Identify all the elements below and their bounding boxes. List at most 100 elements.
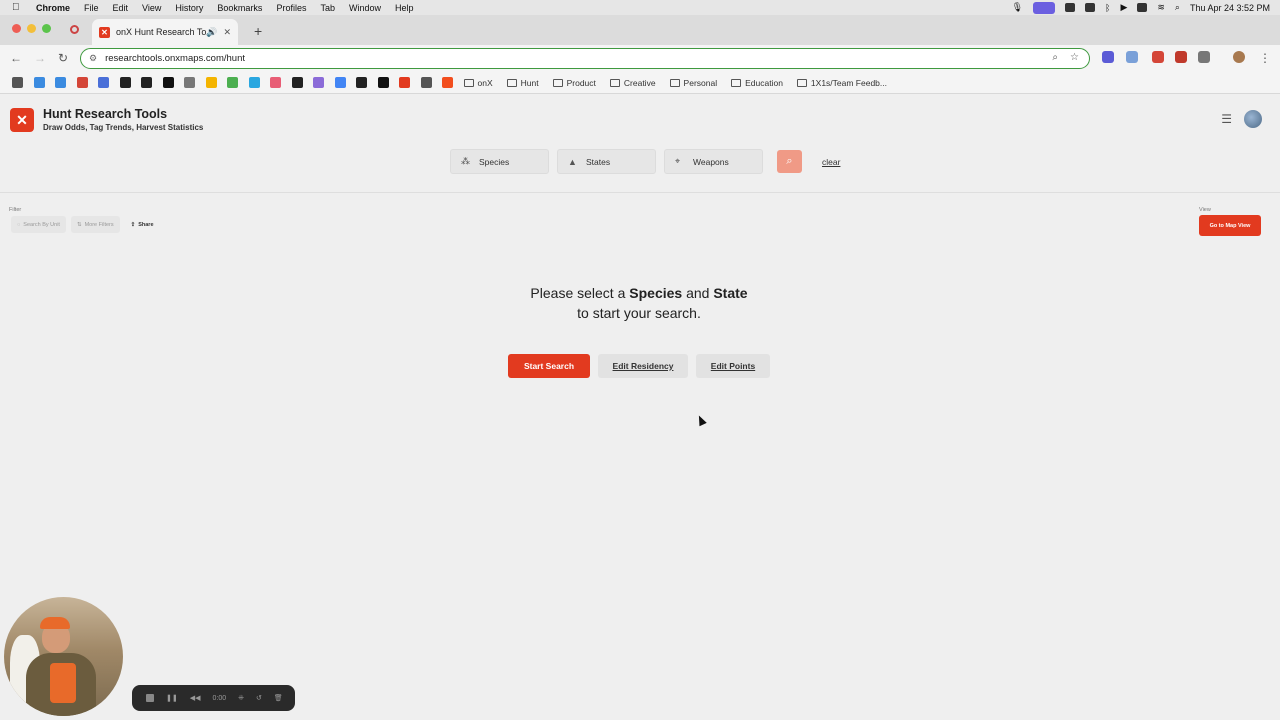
battery-icon[interactable] xyxy=(1137,3,1148,12)
play-icon[interactable]: ▶ xyxy=(1120,2,1127,13)
profile-avatar[interactable] xyxy=(1233,51,1245,63)
recording-time: 0:00 xyxy=(212,694,227,702)
bookmark-icon[interactable] xyxy=(162,77,174,88)
close-tab-icon[interactable]: ✕ xyxy=(223,27,231,38)
microphone-icon[interactable]: 🎙 xyxy=(1012,2,1023,13)
status-app-icon[interactable] xyxy=(1085,3,1096,12)
minimize-window-button[interactable] xyxy=(27,24,36,33)
restart-icon[interactable]: ↺ xyxy=(256,694,262,702)
bookmark-star-icon[interactable]: ☆ xyxy=(1070,52,1079,63)
menu-history[interactable]: History xyxy=(175,3,203,13)
extensions-puzzle-icon[interactable] xyxy=(1198,51,1210,63)
menu-tab[interactable]: Tab xyxy=(320,3,335,13)
site-settings-icon[interactable]: ⚙ xyxy=(89,53,97,64)
bookmark-icon[interactable] xyxy=(55,77,66,88)
bookmark-folder-education[interactable]: Education xyxy=(731,78,783,88)
folder-icon xyxy=(506,78,517,87)
extension-icon[interactable] xyxy=(1126,51,1138,63)
menu-view[interactable]: View xyxy=(142,3,161,13)
bookmark-folder-creative[interactable]: Creative xyxy=(609,78,656,88)
edit-points-button[interactable]: Edit Points xyxy=(696,354,770,378)
zoom-icon[interactable]: ⌕ xyxy=(1052,52,1058,63)
figma-icon[interactable] xyxy=(442,77,453,88)
rewind-icon[interactable]: ◀◀ xyxy=(190,694,201,702)
bookmark-folder-personal[interactable]: Personal xyxy=(669,78,717,88)
start-search-button[interactable]: Start Search xyxy=(508,354,590,378)
apple-menu-icon[interactable]:  xyxy=(12,2,26,13)
screen-recorder-icon[interactable] xyxy=(1033,1,1056,14)
tab-audio-icon[interactable]: 🔊 xyxy=(206,27,217,38)
bookmark-icon[interactable] xyxy=(248,77,260,88)
bookmark-folder-1x1s[interactable]: 1X1s/Team Feedb... xyxy=(796,78,887,88)
bookmark-folder-product[interactable]: Product xyxy=(552,78,596,88)
menu-bookmarks[interactable]: Bookmarks xyxy=(217,3,262,13)
menu-window[interactable]: Window xyxy=(349,3,381,13)
species-selector[interactable]: ⁂ Species xyxy=(450,149,549,174)
wifi-icon[interactable]: ≋ xyxy=(1157,2,1165,13)
bookmark-folder-hunt[interactable]: Hunt xyxy=(506,78,539,88)
gmail-icon[interactable] xyxy=(76,77,88,88)
close-window-button[interactable] xyxy=(12,24,21,33)
go-to-map-view-button[interactable]: Go to Map View xyxy=(1199,215,1261,236)
search-button[interactable]: ⌕ xyxy=(777,150,802,173)
reload-icon[interactable]: ↻ xyxy=(58,51,68,65)
clear-link[interactable]: clear xyxy=(822,157,840,167)
menu-edit[interactable]: Edit xyxy=(113,3,129,13)
bookmark-folder-onx[interactable]: onX xyxy=(463,78,493,88)
clock[interactable]: Thu Apr 24 3:52 PM xyxy=(1190,3,1270,13)
weapons-selector[interactable]: ⌖ Weapons xyxy=(664,149,763,174)
extension-icon[interactable] xyxy=(1102,51,1114,63)
grid-icon[interactable]: ⁜ xyxy=(238,694,244,702)
google-drive-icon[interactable] xyxy=(227,77,238,88)
menu-file[interactable]: File xyxy=(84,3,99,13)
search-by-unit-button[interactable]: ◌ Search By Unit xyxy=(11,216,66,233)
stop-recording-icon[interactable] xyxy=(146,694,154,702)
browser-tab-active[interactable]: ✕ onX Hunt Research Tools 🔊 ✕ xyxy=(92,19,238,45)
bookmark-icon[interactable] xyxy=(98,77,109,88)
bookmark-icon[interactable] xyxy=(270,77,281,88)
slack-icon[interactable] xyxy=(313,77,324,88)
fullscreen-window-button[interactable] xyxy=(42,24,51,33)
x-icon[interactable] xyxy=(377,77,389,88)
status-app-icon[interactable] xyxy=(1065,3,1076,12)
pause-icon[interactable]: ❚❚ xyxy=(166,694,178,702)
bookmark-icon[interactable] xyxy=(184,77,195,88)
bookmark-icon[interactable] xyxy=(420,77,432,88)
user-avatar[interactable] xyxy=(1244,110,1262,128)
view-label: View xyxy=(1199,207,1211,213)
apps-grid-icon[interactable] xyxy=(12,77,23,88)
states-selector[interactable]: ▲ States xyxy=(557,149,656,174)
extension-icon[interactable] xyxy=(1152,51,1164,63)
bluetooth-icon[interactable]: ᛒ xyxy=(1105,3,1110,13)
bookmark-icon[interactable] xyxy=(119,77,131,88)
orange-hat xyxy=(40,617,70,629)
address-bar[interactable]: ⚙ researchtools.onxmaps.com/hunt ⌕ ☆ xyxy=(80,48,1090,69)
back-arrow-icon[interactable]: ← xyxy=(10,51,22,65)
spotlight-search-icon[interactable]: ⌕ xyxy=(1175,2,1180,13)
app-title: Hunt Research Tools xyxy=(43,107,168,121)
webcam-overlay[interactable] xyxy=(4,597,123,716)
onx-logo[interactable]: ✕ xyxy=(10,108,34,132)
trash-icon[interactable]: 🗑 xyxy=(274,694,283,702)
google-docs-icon[interactable] xyxy=(334,77,346,88)
page-content: ✕ Hunt Research Tools Draw Odds, Tag Tre… xyxy=(0,94,1280,720)
states-label: States xyxy=(586,156,611,167)
extension-icon[interactable] xyxy=(1175,51,1187,63)
new-tab-button[interactable]: + xyxy=(254,23,262,39)
menu-app-chrome[interactable]: Chrome xyxy=(36,3,70,13)
more-filters-button[interactable]: ⇅ More Filters xyxy=(70,216,120,233)
browser-menu-icon[interactable]: ⋮ xyxy=(1259,51,1271,65)
onx-icon[interactable] xyxy=(399,77,410,88)
edit-residency-button[interactable]: Edit Residency xyxy=(598,354,688,378)
hamburger-menu-icon[interactable]: ☰ xyxy=(1221,112,1232,126)
forward-arrow-icon[interactable]: → xyxy=(34,51,46,65)
bookmark-icon[interactable] xyxy=(291,77,303,88)
menu-profiles[interactable]: Profiles xyxy=(276,3,306,13)
bookmark-icon[interactable] xyxy=(205,77,217,88)
bookmark-icon[interactable] xyxy=(33,77,45,88)
share-button[interactable]: ⇪ Share xyxy=(125,216,160,233)
bookmark-icon[interactable] xyxy=(141,77,152,88)
search-icon: ⌕ xyxy=(786,155,793,167)
menu-help[interactable]: Help xyxy=(395,3,414,13)
bookmark-icon[interactable] xyxy=(356,77,367,88)
